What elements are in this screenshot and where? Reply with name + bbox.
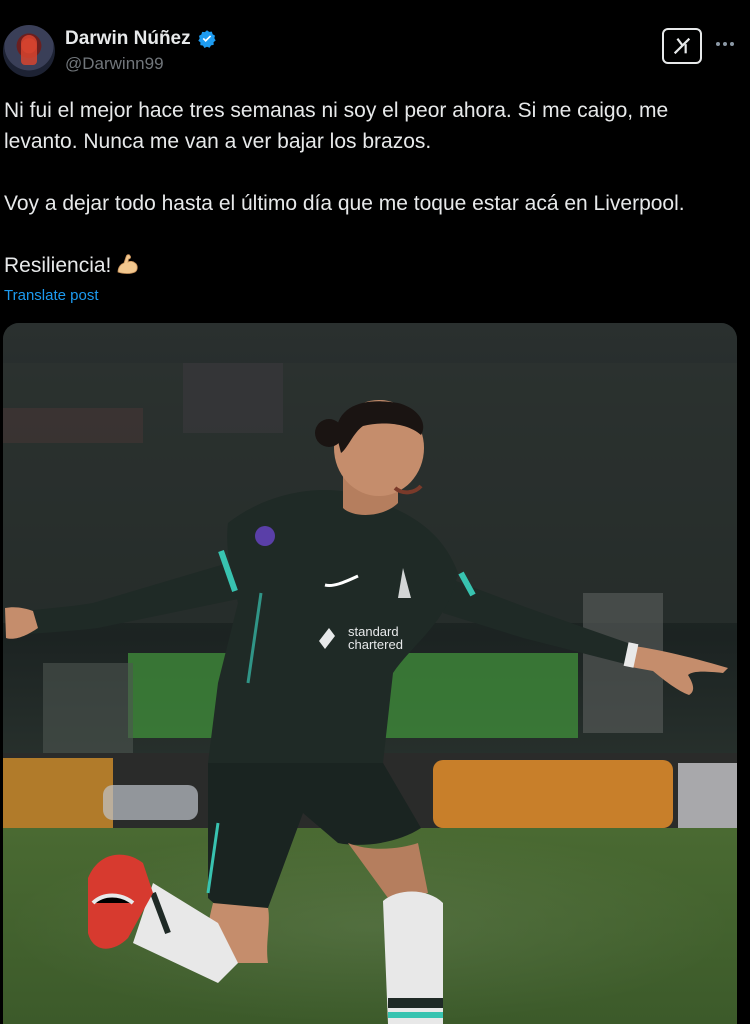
more-dot (730, 42, 734, 46)
profile-avatar[interactable] (3, 25, 55, 77)
player-photo: standard chartered (3, 323, 737, 1024)
translate-post-link[interactable]: Translate post (4, 287, 99, 304)
flexed-biceps-icon (117, 254, 139, 274)
post-paragraph: Voy a dejar todo hasta el último día que… (4, 192, 685, 215)
grok-icon (673, 37, 691, 55)
post-paragraph-text: Resiliencia! (4, 254, 112, 277)
more-options-button[interactable] (712, 34, 738, 54)
post-header: Darwin Núñez @Darwinn99 (0, 0, 750, 90)
verified-badge-icon (197, 30, 216, 48)
shirt-sponsor-line: chartered (348, 637, 403, 652)
more-dot (723, 42, 727, 46)
shirt-sponsor-text: standard chartered (348, 624, 403, 652)
post-paragraph-last: Resiliencia! (4, 250, 744, 281)
author-name-row[interactable]: Darwin Núñez (65, 28, 217, 50)
grok-button[interactable] (662, 28, 702, 64)
post-paragraph: Ni fui el mejor hace tres semanas ni soy… (4, 99, 669, 153)
author-display-name[interactable]: Darwin Núñez (65, 28, 191, 50)
author-handle[interactable]: @Darwinn99 (65, 54, 164, 74)
more-dot (716, 42, 720, 46)
post-media-image[interactable]: standard chartered (3, 323, 737, 1024)
post-body: Ni fui el mejor hace tres semanas ni soy… (4, 95, 744, 281)
